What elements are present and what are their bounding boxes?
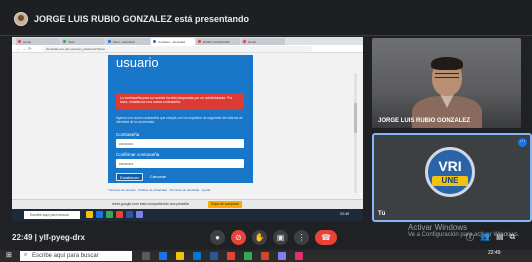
address-bar[interactable]: identidad.une.edu.pe/reset_password?toke…	[42, 46, 312, 52]
browser-tabbar: Gmail Inicio Meet - Identidad Contacto -…	[12, 37, 363, 45]
camera-off-icon[interactable]: ⊘	[231, 230, 246, 245]
chat-icon[interactable]: ▤	[496, 232, 504, 243]
word-icon[interactable]	[210, 252, 218, 260]
task-view-icon[interactable]	[142, 252, 150, 260]
logo-une-text: UNE	[432, 176, 468, 186]
person-hair	[431, 57, 463, 70]
set-password-button[interactable]: Establecer	[116, 173, 143, 181]
folder-icon	[86, 211, 93, 218]
cancel-link[interactable]: Cancelar	[150, 173, 166, 181]
confirm-password-input[interactable]: ••••••••••	[116, 159, 244, 168]
browser-nav-icon[interactable]: ←→⟳	[16, 46, 33, 51]
browser-tab[interactable]: Gmail	[241, 38, 285, 45]
tab-favicon-icon	[198, 40, 201, 43]
info-icon[interactable]: ⓘ	[466, 232, 474, 243]
chrome-icon	[116, 211, 123, 218]
store-icon[interactable]	[193, 252, 201, 260]
excel-icon[interactable]	[244, 252, 252, 260]
more-options-icon[interactable]: ⋯	[518, 138, 527, 147]
password-label: Contraseña	[116, 132, 140, 137]
browser-tab[interactable]: Meet - Identidad	[106, 38, 150, 45]
logo-vri-text: VRI	[438, 158, 462, 174]
page-scrollbar[interactable]	[354, 73, 357, 193]
taskbar-clock: 22:49	[488, 250, 501, 256]
presenter-bar: JORGE LUIS RUBIO GONZALEZ está presentan…	[0, 0, 532, 36]
tab-favicon-icon	[108, 40, 111, 43]
powerpoint-icon[interactable]	[261, 252, 269, 260]
shared-windows-taskbar: Escribe aquí para buscar 22:49	[12, 209, 363, 221]
activate-windows-title: Activar Windows	[408, 223, 468, 232]
excel-icon	[106, 211, 113, 218]
meeting-side-controls: ⓘ 👥 ▤ ⧉	[466, 232, 515, 243]
teams-icon[interactable]	[278, 252, 286, 260]
participant-tile-self[interactable]: ⋯ VRI UNE Tú	[372, 133, 532, 222]
sharing-text: meet.google.com está compartiendo una pe…	[112, 202, 189, 206]
shared-taskbar-search: Escribe aquí para buscar	[24, 211, 80, 219]
reset-password-card: usuario La contraseña para su cuenta ha …	[108, 55, 253, 183]
file-explorer-icon[interactable]	[176, 252, 184, 260]
person-glasses	[435, 73, 459, 78]
chrome-icon[interactable]	[227, 252, 235, 260]
shared-screen: Gmail Inicio Meet - Identidad Contacto -…	[12, 37, 363, 221]
browser-tab[interactable]: Inicio	[61, 38, 105, 45]
more-options-icon[interactable]: ⋮	[294, 230, 309, 245]
meeting-time-code: 22:49 | ylf-pyeg-drx	[12, 233, 85, 242]
edge-icon	[96, 211, 103, 218]
participant-name: JORGE LUIS RUBIO GONZALEZ	[378, 118, 471, 124]
browser-tab[interactable]: RUBIO GONZALEZ	[196, 38, 240, 45]
taskbar-search-input[interactable]: Escribe aquí para buscar	[20, 251, 132, 261]
participant-tile-video[interactable]: JORGE LUIS RUBIO GONZALEZ	[372, 38, 521, 128]
self-label: Tú	[378, 211, 386, 217]
browser-tab[interactable]: Gmail	[16, 38, 60, 45]
vri-une-logo: VRI UNE	[425, 147, 475, 197]
tab-favicon-icon	[243, 40, 246, 43]
scrollbar-thumb[interactable]	[354, 103, 357, 133]
tab-favicon-icon	[153, 40, 156, 43]
browser-tab-active[interactable]: Contacto - Identidad	[151, 38, 195, 45]
present-icon[interactable]: ▣	[273, 230, 288, 245]
windows-taskbar: ⊞ Escribe aquí para buscar ⌕ 22:49	[0, 250, 532, 262]
password-input[interactable]: ••••••••••	[116, 139, 244, 148]
search-icon: ⌕	[24, 252, 28, 258]
presenter-label: JORGE LUIS RUBIO GONZALEZ está presentan…	[34, 14, 250, 24]
activities-icon[interactable]: ⧉	[510, 232, 516, 243]
people-icon[interactable]: 👥	[480, 232, 490, 243]
shared-taskbar-clock: 22:49	[340, 212, 349, 216]
footer-links[interactable]: Términos de servicio · Política de priva…	[108, 188, 308, 192]
presenter-avatar	[14, 12, 28, 26]
shared-taskbar-icons	[86, 211, 143, 218]
alert-message: La contraseña para su cuenta ha sido blo…	[116, 93, 244, 110]
tab-favicon-icon	[63, 40, 66, 43]
app-icon[interactable]	[295, 252, 303, 260]
microphone-icon[interactable]: ●	[210, 230, 225, 245]
confirm-password-label: Confirmar contraseña	[116, 152, 160, 157]
sharing-bar: meet.google.com está compartiendo una pe…	[12, 199, 363, 209]
meet-window: JORGE LUIS RUBIO GONZALEZ está presentan…	[0, 0, 532, 262]
end-call-button[interactable]: ☎	[315, 230, 337, 245]
windows-start-icon[interactable]: ⊞	[6, 252, 14, 260]
tab-favicon-icon	[18, 40, 21, 43]
taskbar-apps	[142, 252, 303, 260]
help-text: Ingrese una nueva contraseña que cumpla …	[116, 116, 243, 125]
card-title: usuario	[116, 55, 159, 70]
raise-hand-icon[interactable]: ✋	[252, 230, 267, 245]
edge-icon[interactable]	[159, 252, 167, 260]
browser-toolbar: ←→⟳ identidad.une.edu.pe/reset_password?…	[12, 45, 363, 53]
teams-icon	[136, 211, 143, 218]
stop-sharing-button[interactable]: Dejar de compartir	[208, 201, 242, 208]
word-icon	[126, 211, 133, 218]
